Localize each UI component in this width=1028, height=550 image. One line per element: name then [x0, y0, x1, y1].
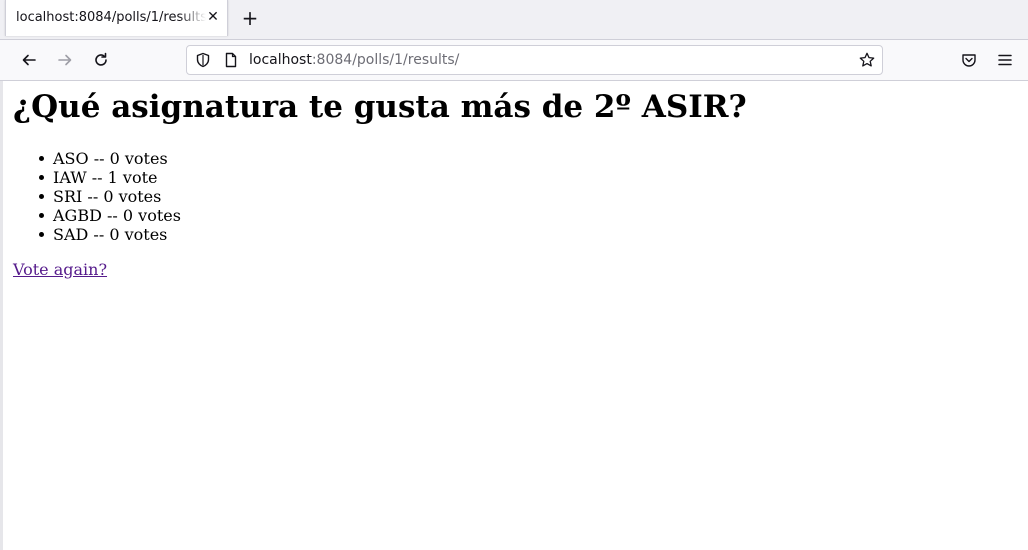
result-item: IAW -- 1 vote: [39, 168, 181, 187]
new-tab-icon[interactable]: +: [239, 7, 261, 29]
forward-icon[interactable]: [53, 48, 77, 72]
shield-icon[interactable]: [195, 52, 211, 68]
bookmark-star-icon[interactable]: [859, 52, 875, 68]
result-item: AGBD -- 0 votes: [39, 206, 181, 225]
results-list: ASO -- 0 votes IAW -- 1 vote SRI -- 0 vo…: [39, 149, 181, 244]
navigation-toolbar: localhost:8084/polls/1/results/: [0, 40, 1028, 81]
result-item: ASO -- 0 votes: [39, 149, 181, 168]
url-path: :8084/polls/1/results/: [311, 52, 460, 68]
address-bar[interactable]: localhost:8084/polls/1/results/: [186, 45, 883, 75]
poll-question-heading: ¿Qué asignatura te gusta más de 2º ASIR?: [13, 89, 747, 125]
back-icon[interactable]: [17, 48, 41, 72]
url-text[interactable]: localhost:8084/polls/1/results/: [249, 52, 459, 68]
close-tab-icon[interactable]: ✕: [205, 9, 221, 25]
tab-strip: localhost:8084/polls/1/results/ ✕ +: [0, 0, 1028, 40]
reload-icon[interactable]: [89, 48, 113, 72]
menu-icon[interactable]: [993, 48, 1017, 72]
pocket-icon[interactable]: [957, 48, 981, 72]
result-item: SRI -- 0 votes: [39, 187, 181, 206]
url-host: localhost: [249, 52, 312, 68]
page-info-icon[interactable]: [223, 52, 239, 68]
browser-tab[interactable]: localhost:8084/polls/1/results/ ✕: [5, 0, 228, 36]
result-item: SAD -- 0 votes: [39, 225, 181, 244]
page-content: ¿Qué asignatura te gusta más de 2º ASIR?…: [0, 81, 1028, 550]
tab-title: localhost:8084/polls/1/results/: [16, 10, 206, 25]
vote-again-link[interactable]: Vote again?: [13, 260, 107, 279]
